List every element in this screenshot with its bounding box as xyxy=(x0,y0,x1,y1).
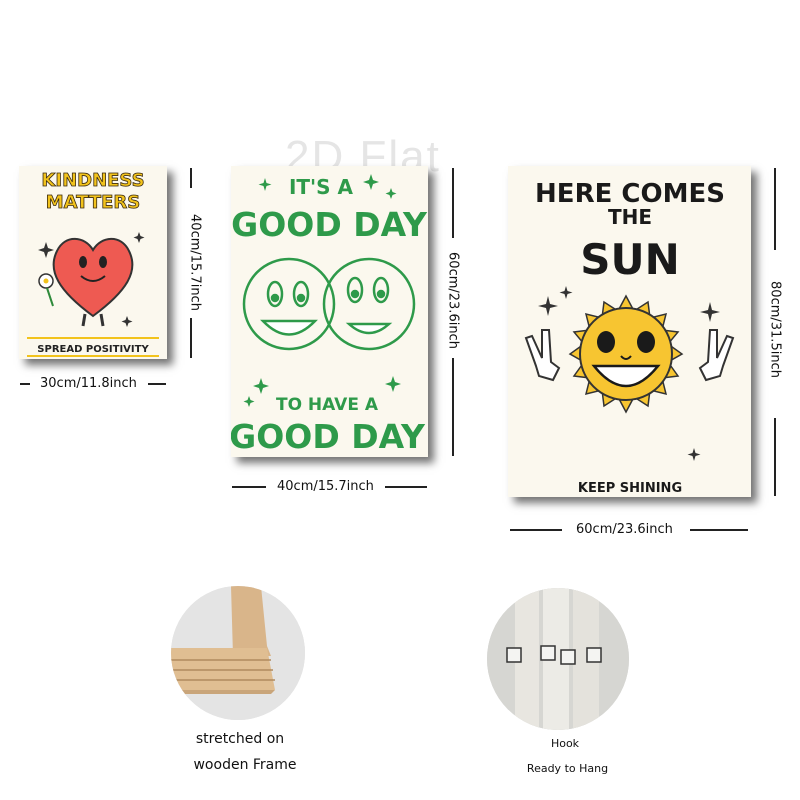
sun-width-label: 60cm/23.6inch xyxy=(576,522,673,537)
peace-hand-right-icon xyxy=(698,329,735,382)
wooden-frame-photo xyxy=(171,586,305,720)
goodday-bottom-line2: GOOD DAY xyxy=(231,417,426,456)
wooden-frame-illustration xyxy=(171,586,305,720)
frame-caption-line2: wooden Frame xyxy=(193,757,297,773)
goodday-height-label: 60cm/23.6inch xyxy=(445,252,461,349)
kindness-title-line2: MATTERS xyxy=(46,192,141,213)
kindness-height-label: 40cm/15.7inch xyxy=(187,214,203,311)
kindness-footer: SPREAD POSITIVITY xyxy=(37,344,149,355)
goodday-artwork: IT'S A GOOD DAY TO HAVE A GOOD DAY xyxy=(231,174,428,456)
poster-kindness-matters: KINDNESS MATTERS SPREAD POSITIVITY xyxy=(19,166,167,359)
flower-icon xyxy=(38,273,54,307)
goodday-bottom-line1: TO HAVE A xyxy=(276,395,379,415)
peace-hand-left-icon xyxy=(524,329,561,382)
frame-caption-line1: stretched on xyxy=(195,731,285,747)
sun-artwork: HERE COMES THE SUN KEEP SHINING xyxy=(524,179,735,496)
smiley-left-icon xyxy=(242,257,336,351)
smiley-right-icon xyxy=(322,257,416,351)
heart-icon xyxy=(52,237,134,327)
hook-caption-line1: Hook xyxy=(550,737,580,750)
hook-photo xyxy=(487,588,629,730)
goodday-top-line2: GOOD DAY xyxy=(231,205,428,244)
poster-here-comes-the-sun: HERE COMES THE SUN KEEP SHINING xyxy=(508,166,751,497)
goodday-width-label: 40cm/15.7inch xyxy=(277,479,374,494)
sun-height-label: 80cm/31.5inch xyxy=(767,281,783,378)
kindness-title-line1: KINDNESS xyxy=(41,170,144,191)
sun-icon xyxy=(568,294,684,414)
hook-illustration xyxy=(487,588,629,730)
sun-title-line3: SUN xyxy=(580,235,680,284)
kindness-artwork: KINDNESS MATTERS SPREAD POSITIVITY xyxy=(27,170,159,357)
kindness-width-label: 30cm/11.8inch xyxy=(40,376,137,391)
sun-footer: KEEP SHINING xyxy=(578,481,682,496)
sun-title-line2: THE xyxy=(608,205,652,229)
poster-good-day: IT'S A GOOD DAY TO HAVE A GOOD DAY xyxy=(231,166,428,457)
hook-caption-line2: Ready to Hang xyxy=(526,762,609,775)
goodday-top-line1: IT'S A xyxy=(289,175,354,199)
